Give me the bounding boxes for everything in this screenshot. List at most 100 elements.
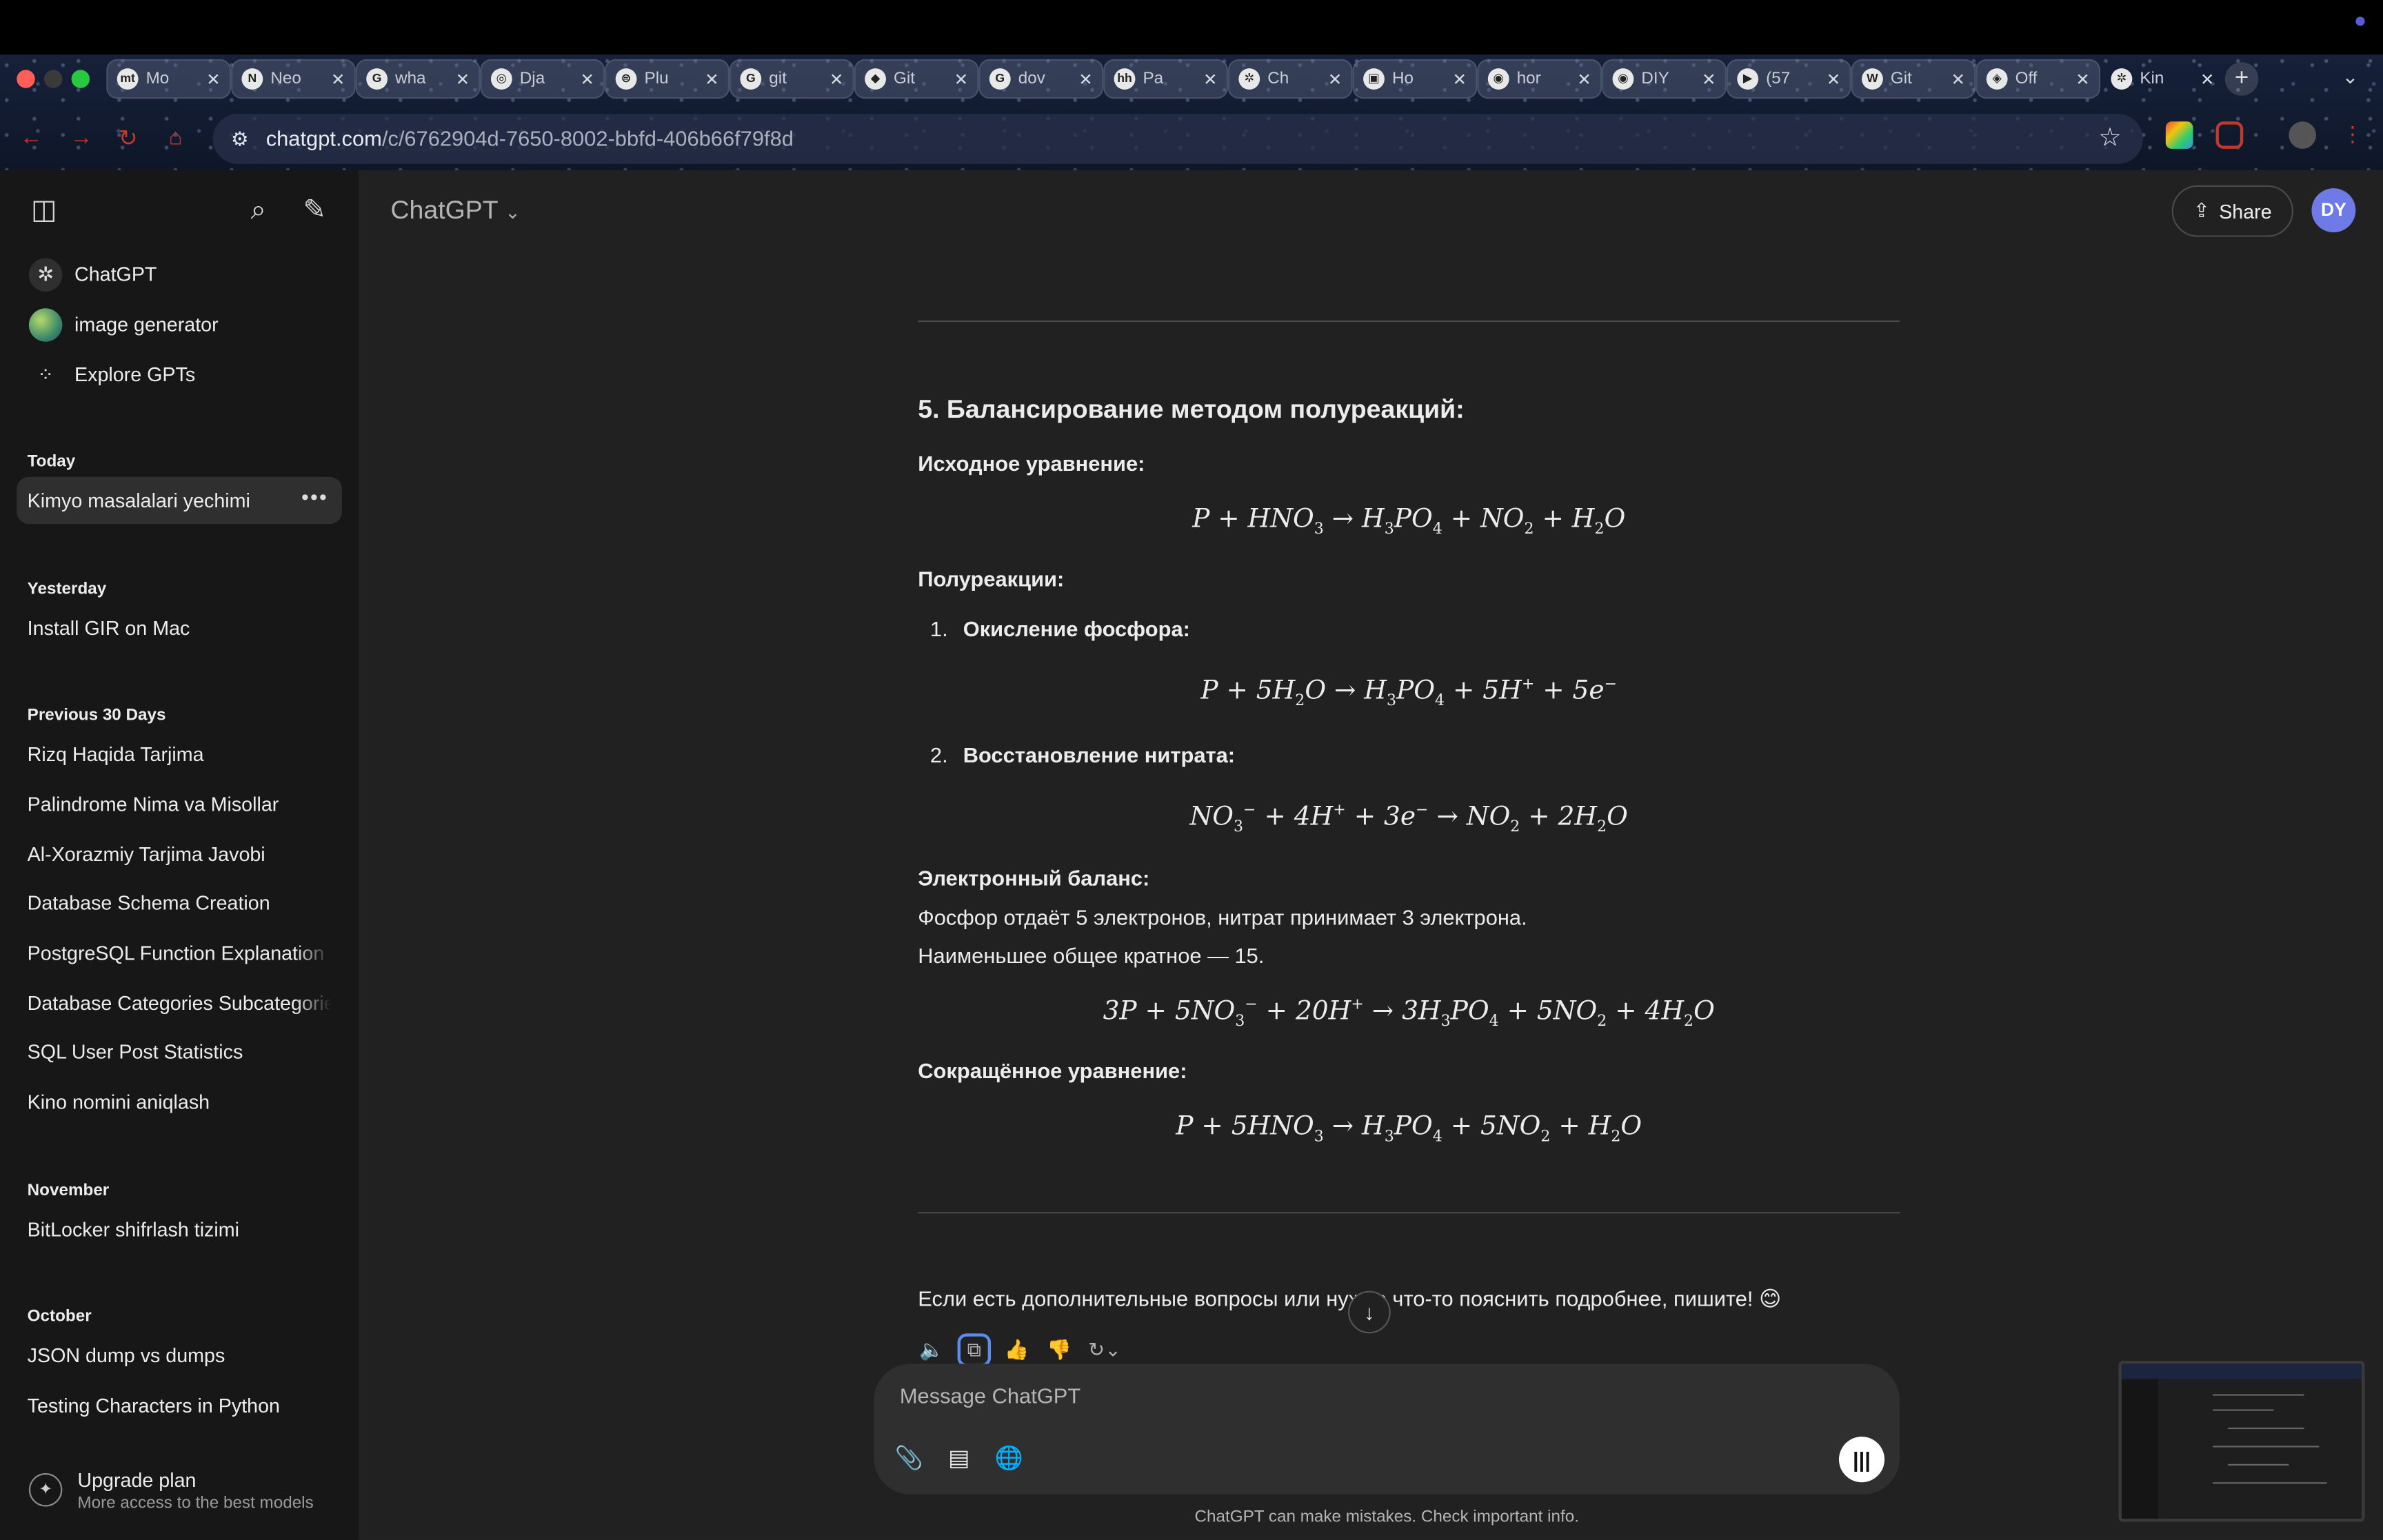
close-tab-icon[interactable]: ✕: [2200, 69, 2214, 88]
sidebar-chat-item[interactable]: Palindrome Nima va Misollar: [17, 780, 342, 827]
thumbs-up-icon[interactable]: 👍: [1003, 1337, 1031, 1364]
sidebar-chat-item[interactable]: Kino nomini aniqlash: [17, 1078, 342, 1125]
minimize-window-button[interactable]: [43, 70, 63, 88]
site-settings-icon[interactable]: ⚙: [231, 128, 249, 152]
scroll-down-button[interactable]: ↓: [1348, 1290, 1391, 1334]
browser-tab[interactable]: ✲ Ch ✕: [1227, 59, 1353, 99]
tab-title: Git: [1890, 70, 1912, 88]
share-button[interactable]: ⇪ Share: [2171, 185, 2293, 237]
close-tab-icon[interactable]: ✕: [829, 69, 843, 88]
close-tab-icon[interactable]: ✕: [1453, 69, 1467, 88]
thumbs-down-icon[interactable]: 👎: [1045, 1337, 1073, 1364]
list-item: 1. Окисление фосфора:: [930, 616, 1190, 640]
browser-tab[interactable]: Gwha ✕: [355, 59, 481, 99]
close-tab-icon[interactable]: ✕: [705, 69, 718, 88]
browser-tab[interactable]: ◉ hor ✕: [1477, 59, 1602, 99]
close-tab-icon[interactable]: ✕: [1203, 69, 1217, 88]
sidebar-item-chatgpt[interactable]: ✲ ChatGPT: [17, 251, 342, 298]
divider: [918, 1212, 1900, 1214]
attach-icon[interactable]: 📎: [892, 1443, 925, 1476]
sidebar-chat-item[interactable]: Database Categories Subcategories: [17, 980, 342, 1026]
browser-tab[interactable]: W Git ✕: [1851, 59, 1976, 99]
screenshot-thumbnail[interactable]: [2118, 1360, 2365, 1522]
message-composer: Message ChatGPT 📎 ▤ 🌐 |||: [874, 1364, 1900, 1495]
tools-icon[interactable]: ▤: [943, 1443, 976, 1476]
close-tab-icon[interactable]: ✕: [1951, 69, 1965, 88]
avatar[interactable]: DY: [2311, 188, 2356, 233]
copy-icon[interactable]: ⧉: [957, 1333, 992, 1367]
profile-icon[interactable]: [2289, 121, 2317, 149]
bookmark-star-icon[interactable]: ☆: [2098, 123, 2122, 153]
tab-search-icon[interactable]: ⌄: [2342, 65, 2359, 90]
upgrade-plan-button[interactable]: ✦ Upgrade plan More access to the best m…: [17, 1458, 342, 1522]
browser-tab[interactable]: ⊜ Plu ✕: [605, 59, 730, 99]
tab-title: Dja: [519, 70, 545, 88]
sidebar-chat-item[interactable]: Install GIR on Mac: [17, 605, 342, 651]
regenerate-icon[interactable]: ↻⌄: [1088, 1337, 1121, 1364]
sidebar-chat-item[interactable]: Kimyo masalalari yechimi •••: [17, 476, 342, 525]
close-tab-icon[interactable]: ✕: [1078, 69, 1092, 88]
sidebar-item-explore-gpts[interactable]: ⁘ Explore GPTs: [17, 351, 342, 398]
close-tab-icon[interactable]: ✕: [1702, 69, 1716, 88]
sidebar-chat-item[interactable]: JSON dump vs dumps: [17, 1332, 342, 1379]
chat-title: PostgreSQL Function Explanation: [27, 941, 325, 964]
browser-tab[interactable]: N Neo ✕: [231, 59, 356, 99]
sidebar-item-image-generator[interactable]: image generator: [17, 301, 342, 347]
browser-tab[interactable]: ◈ Off ✕: [1975, 59, 2101, 99]
maximize-window-button[interactable]: [71, 70, 90, 88]
thumbnail-line: [2213, 1409, 2274, 1411]
extension-shield-icon[interactable]: [2215, 121, 2244, 149]
close-tab-icon[interactable]: ✕: [954, 69, 968, 88]
browser-menu-icon[interactable]: ⋮: [2342, 121, 2364, 147]
url-text[interactable]: chatgpt.com/c/6762904d-7650-8002-bbfd-40…: [266, 126, 794, 150]
sidebar-chat-item[interactable]: BitLocker shifrlash tizimi: [17, 1206, 342, 1253]
reload-icon[interactable]: ↻: [119, 125, 138, 152]
new-chat-icon[interactable]: ✎: [298, 193, 331, 226]
tab-favicon-icon: G: [366, 68, 388, 90]
message-input[interactable]: Message ChatGPT: [900, 1384, 1080, 1408]
close-tab-icon[interactable]: ✕: [331, 69, 345, 88]
browser-tab[interactable]: ▶ (57 ✕: [1726, 59, 1851, 99]
close-tab-icon[interactable]: ✕: [2075, 69, 2089, 88]
browser-tab[interactable]: Gdov ✕: [978, 59, 1104, 99]
voice-mode-button[interactable]: |||: [1838, 1437, 1885, 1483]
extension-icon[interactable]: [2165, 121, 2193, 149]
browser-tab[interactable]: ◆ Git ✕: [854, 59, 979, 99]
address-bar[interactable]: ⚙ chatgpt.com/c/6762904d-7650-8002-bbfd-…: [212, 114, 2143, 164]
toggle-sidebar-icon[interactable]: ◫: [28, 193, 61, 226]
globe-icon[interactable]: 🌐: [992, 1443, 1025, 1476]
sidebar-chat-item[interactable]: Database Schema Creation: [17, 880, 342, 926]
close-tab-icon[interactable]: ✕: [1328, 69, 1342, 88]
sidebar-chat-item[interactable]: Testing Characters in Python: [17, 1382, 342, 1429]
chat-title: Kimyo masalalari yechimi: [27, 489, 250, 512]
tab-title: Ho: [1391, 70, 1414, 88]
browser-tab[interactable]: ◎ Dja ✕: [480, 59, 605, 99]
chat-options-icon[interactable]: •••: [301, 485, 328, 509]
read-aloud-icon[interactable]: 🔈: [918, 1337, 945, 1364]
home-icon[interactable]: ⌂: [169, 125, 183, 150]
sidebar-chat-item[interactable]: Rizq Haqida Tarjima: [17, 731, 342, 778]
forward-icon[interactable]: →: [70, 125, 92, 150]
tab-favicon-icon: G: [989, 68, 1011, 90]
close-tab-icon[interactable]: ✕: [1827, 69, 1840, 88]
browser-tab[interactable]: ✲ Kin ✕: [2100, 59, 2225, 99]
sidebar-chat-item[interactable]: Al-Xorazmiy Tarjima Javobi: [17, 831, 342, 878]
close-tab-icon[interactable]: ✕: [206, 69, 220, 88]
tab-title: dov: [1018, 70, 1045, 88]
browser-tab[interactable]: ◉ DIY ✕: [1602, 59, 1727, 99]
sidebar-chat-item[interactable]: PostgreSQL Function Explanation: [17, 929, 342, 976]
search-icon[interactable]: ⌕: [241, 193, 274, 226]
browser-tab[interactable]: hh Pa ✕: [1103, 59, 1228, 99]
back-icon[interactable]: ←: [20, 125, 43, 150]
close-tab-icon[interactable]: ✕: [1577, 69, 1591, 88]
close-tab-icon[interactable]: ✕: [456, 69, 470, 88]
sidebar-item-label: ChatGPT: [74, 263, 157, 286]
new-tab-button[interactable]: +: [2224, 62, 2259, 96]
browser-tab[interactable]: Ggit ✕: [729, 59, 854, 99]
sidebar-chat-item[interactable]: SQL User Post Statistics: [17, 1028, 342, 1075]
model-selector[interactable]: ChatGPT ⌄: [390, 196, 520, 226]
browser-tab[interactable]: mt Mo ✕: [106, 59, 232, 99]
close-tab-icon[interactable]: ✕: [580, 69, 594, 88]
browser-tab[interactable]: ▣ Ho ✕: [1352, 59, 1478, 99]
close-window-button[interactable]: [17, 70, 35, 88]
